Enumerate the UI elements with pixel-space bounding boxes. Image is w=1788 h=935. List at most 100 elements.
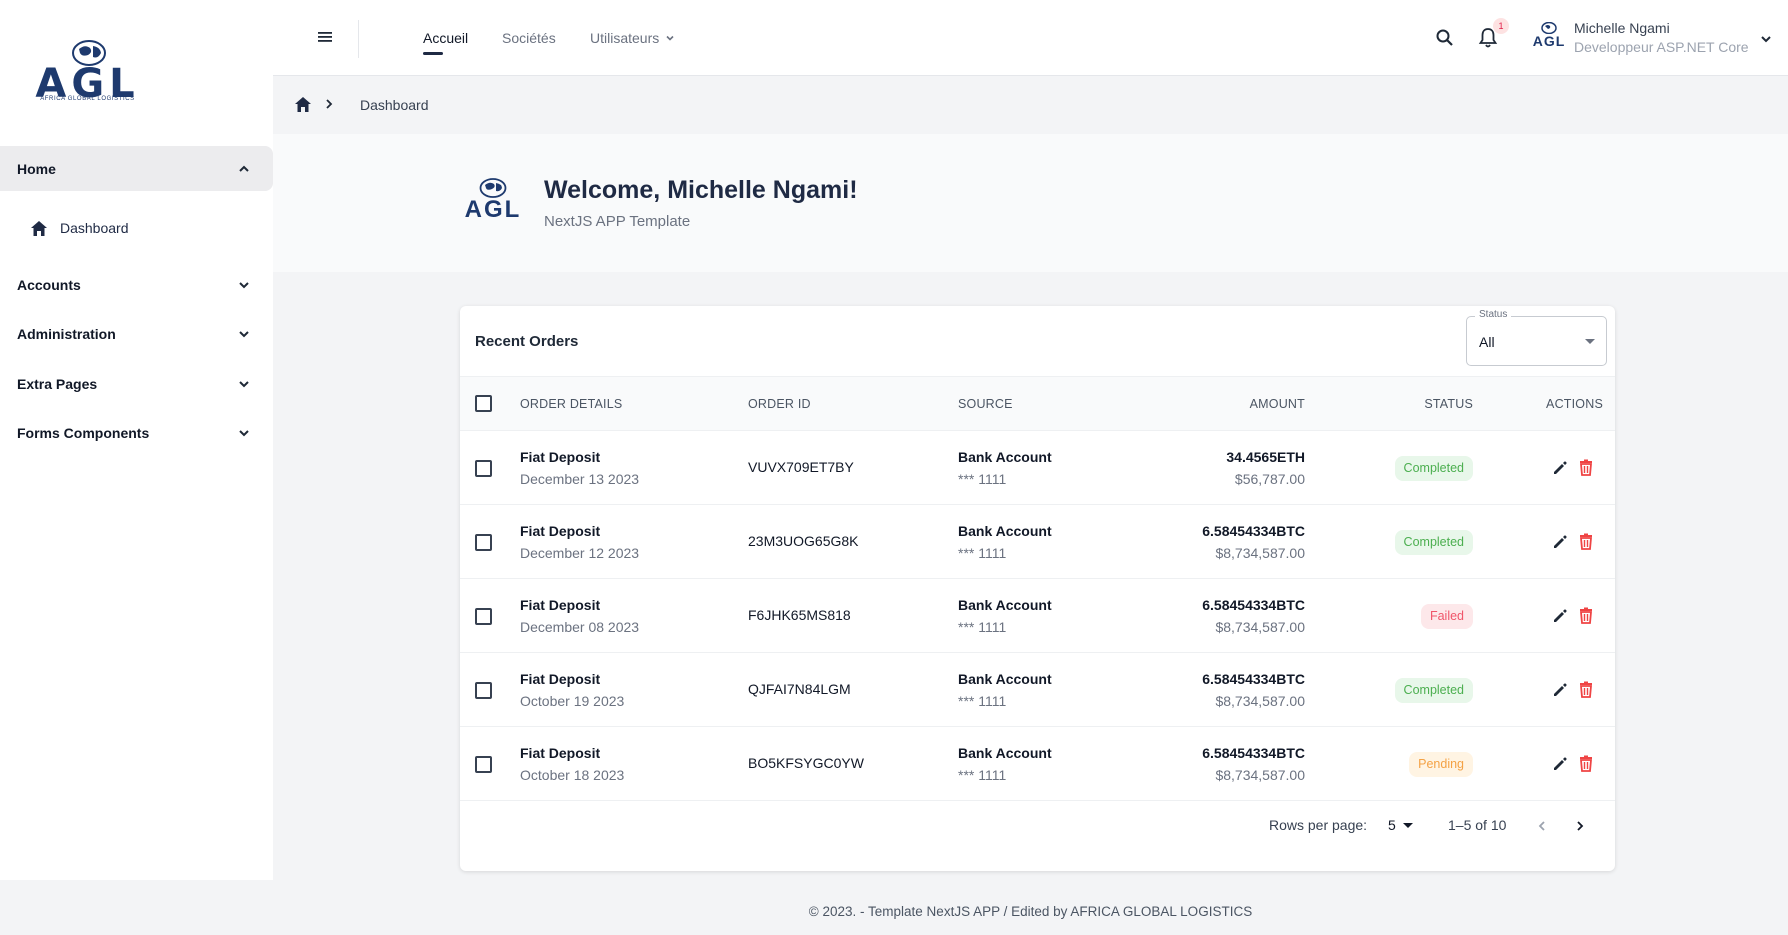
order-date: December 13 2023 (520, 471, 640, 487)
order-source: Bank Account (958, 597, 1052, 613)
chevron-down-icon (239, 281, 249, 288)
nav-utilisateurs[interactable]: Utilisateurs (590, 30, 675, 46)
table-row[interactable]: Fiat Deposit October 18 2023 BO5KFSYGC0Y… (460, 727, 1615, 801)
nav-utilisateurs-label: Utilisateurs (590, 30, 660, 46)
sidebar-group-label: Home (17, 160, 56, 177)
order-type: Fiat Deposit (520, 449, 601, 465)
status-select-legend: Status (1475, 309, 1512, 320)
table-row[interactable]: Fiat Deposit December 08 2023 F6JHK65MS8… (460, 579, 1615, 653)
sidebar-item-dashboard[interactable]: Dashboard (30, 214, 129, 242)
table-row[interactable]: Fiat Deposit October 19 2023 QJFAI7N84LG… (460, 653, 1615, 727)
column-header-status[interactable]: STATUS (1424, 397, 1473, 411)
order-id: F6JHK65MS818 (748, 607, 851, 623)
status-select-value: All (1479, 334, 1495, 350)
sidebar-item-label: Dashboard (60, 220, 129, 236)
welcome-logo: AGL (458, 178, 528, 228)
chevron-left-icon[interactable] (1536, 820, 1548, 832)
sidebar-group-extra-pages[interactable]: Extra Pages (0, 361, 273, 406)
user-role: Developpeur ASP.NET Core (1574, 39, 1749, 55)
status-badge: Completed (1394, 678, 1473, 703)
order-type: Fiat Deposit (520, 745, 601, 761)
chevron-down-icon[interactable] (1759, 32, 1773, 46)
row-checkbox[interactable] (475, 460, 492, 477)
rows-per-page-select[interactable]: 5 (1388, 817, 1396, 833)
avatar[interactable]: AGL (1528, 22, 1570, 54)
caret-down-icon (1585, 339, 1595, 344)
avatar-logo-text: AGL (1532, 33, 1566, 49)
order-id: BO5KFSYGC0YW (748, 755, 864, 771)
table-row[interactable]: Fiat Deposit December 12 2023 23M3UOG65G… (460, 505, 1615, 579)
column-header-order-id[interactable]: ORDER ID (748, 397, 811, 411)
order-source: Bank Account (958, 745, 1052, 761)
order-date: October 18 2023 (520, 767, 625, 783)
caret-down-icon[interactable] (1403, 823, 1413, 828)
order-amount: 6.58454334BTC (1202, 597, 1305, 613)
order-date: October 19 2023 (520, 693, 625, 709)
edit-icon[interactable] (1552, 608, 1568, 624)
order-source-account: *** 1111 (958, 693, 1007, 709)
order-amount-usd: $56,787.00 (1234, 471, 1305, 487)
chevron-up-icon (239, 165, 249, 172)
column-header-actions: ACTIONS (1546, 397, 1603, 411)
status-badge: Completed (1394, 456, 1473, 481)
delete-icon[interactable] (1579, 459, 1593, 476)
sidebar-group-forms-components[interactable]: Forms Components (0, 410, 273, 455)
order-type: Fiat Deposit (520, 523, 601, 539)
sidebar-group-administration[interactable]: Administration (0, 311, 273, 356)
nav-societes[interactable]: Sociétés (502, 30, 556, 46)
order-source-account: *** 1111 (958, 619, 1007, 635)
search-icon[interactable] (1435, 28, 1455, 48)
column-header-amount[interactable]: AMOUNT (1250, 397, 1305, 411)
globe-icon (479, 178, 507, 198)
order-date: December 12 2023 (520, 545, 640, 561)
sidebar: AGL AFRICA GLOBAL LOGISTICS Home Dashboa… (0, 0, 273, 880)
order-amount-usd: $8,734,587.00 (1215, 545, 1305, 561)
nav-accueil[interactable]: Accueil (423, 30, 468, 46)
home-icon (31, 220, 47, 236)
chevron-right-icon (326, 99, 333, 109)
sidebar-group-accounts[interactable]: Accounts (0, 262, 273, 307)
order-id: QJFAI7N84LGM (748, 681, 851, 697)
edit-icon[interactable] (1552, 460, 1568, 476)
row-checkbox[interactable] (475, 534, 492, 551)
brand-logo[interactable]: AGL AFRICA GLOBAL LOGISTICS (30, 38, 145, 108)
chevron-right-icon[interactable] (1574, 820, 1586, 832)
sidebar-group-label: Forms Components (17, 424, 150, 441)
pagination: Rows per page: 5 1–5 of 10 (460, 802, 1615, 847)
delete-icon[interactable] (1579, 533, 1593, 550)
delete-icon[interactable] (1579, 607, 1593, 624)
order-type: Fiat Deposit (520, 671, 601, 687)
edit-icon[interactable] (1552, 682, 1568, 698)
chevron-down-icon (239, 330, 249, 337)
status-badge: Pending (1409, 752, 1473, 777)
home-icon[interactable] (294, 96, 312, 113)
status-select[interactable]: Status All (1466, 309, 1607, 366)
edit-icon[interactable] (1552, 756, 1568, 772)
page-subtitle: NextJS APP Template (544, 213, 691, 230)
delete-icon[interactable] (1579, 681, 1593, 698)
nav-active-indicator (423, 52, 443, 55)
row-checkbox[interactable] (475, 756, 492, 773)
rows-per-page-label: Rows per page: (1269, 817, 1368, 833)
recent-orders-card: Recent Orders Status All ORDER DETAILS O… (460, 306, 1615, 871)
table-row[interactable]: Fiat Deposit December 13 2023 VUVX709ET7… (460, 431, 1615, 505)
sidebar-group-home[interactable]: Home (0, 146, 273, 191)
order-source-account: *** 1111 (958, 471, 1007, 487)
edit-icon[interactable] (1552, 534, 1568, 550)
user-name[interactable]: Michelle Ngami (1574, 20, 1670, 36)
row-checkbox[interactable] (475, 608, 492, 625)
card-title: Recent Orders (475, 333, 579, 350)
order-amount: 6.58454334BTC (1202, 671, 1305, 687)
menu-icon[interactable] (317, 30, 333, 44)
delete-icon[interactable] (1579, 755, 1593, 772)
breadcrumb-current: Dashboard (360, 97, 429, 113)
notification-badge: 1 (1493, 18, 1509, 34)
select-all-checkbox[interactable] (475, 395, 492, 412)
order-source: Bank Account (958, 449, 1052, 465)
row-checkbox[interactable] (475, 682, 492, 699)
order-date: December 08 2023 (520, 619, 640, 635)
order-id: 23M3UOG65G8K (748, 533, 859, 549)
column-header-order-details[interactable]: ORDER DETAILS (520, 397, 622, 411)
column-header-source[interactable]: SOURCE (958, 397, 1013, 411)
status-badge: Failed (1420, 604, 1473, 629)
